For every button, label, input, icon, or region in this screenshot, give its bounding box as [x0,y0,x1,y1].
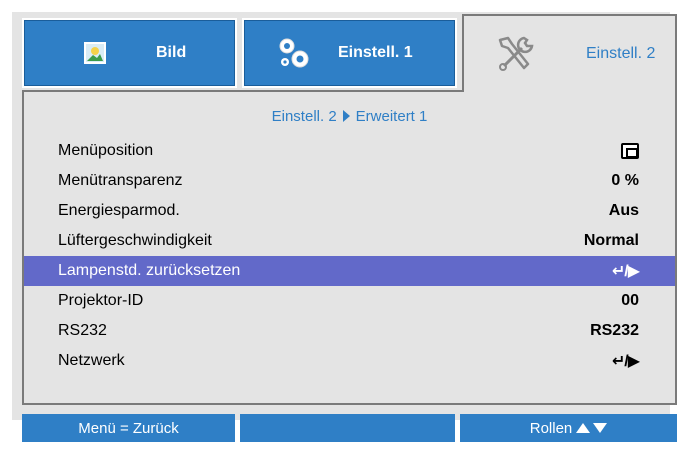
row-energy-saving[interactable]: Energiesparmod. Aus [24,196,675,226]
picture-icon [84,42,106,64]
tab-bild-label: Bild [156,44,187,61]
settings-panel: Einstell. 2 Erweitert 1 Menüposition Menü… [22,90,677,405]
breadcrumb-current: Erweitert 1 [355,108,428,125]
scroll-label: Rollen [529,419,573,437]
menu-back-label: Menü = Zurück [78,419,179,437]
menu-back-button[interactable]: Menü = Zurück [22,414,235,442]
row-value: Aus [608,202,639,219]
row-fan-speed[interactable]: Lüftergeschwindigkeit Normal [24,226,675,256]
row-label: Lampenstd. zurücksetzen [58,262,241,279]
footer-bar: Menü = Zurück Rollen [22,414,677,442]
row-value: 00 [621,292,639,309]
breadcrumb-parent[interactable]: Einstell. 2 [272,108,337,125]
row-label: Energiesparmod. [58,202,180,219]
settings-list: Menüposition Menütransparenz 0 % Energie… [24,136,675,376]
row-lamp-reset[interactable]: Lampenstd. zurücksetzen ↵/▶ [24,256,675,286]
row-menu-transparency[interactable]: Menütransparenz 0 % [24,166,675,196]
tab-bild[interactable]: Bild [22,18,237,88]
breadcrumb: Einstell. 2 Erweitert 1 [24,108,675,125]
row-label: Menüposition [58,142,154,159]
row-label: Menütransparenz [58,172,183,189]
gears-icon [276,35,312,71]
row-label: Projektor-ID [58,292,144,309]
row-label: Netzwerk [58,352,125,369]
tab-einstell-1-label: Einstell. 1 [338,44,413,61]
arrow-up-icon [576,423,591,433]
tab-einstell-2-label: Einstell. 2 [586,45,656,62]
row-projector-id[interactable]: Projektor-ID 00 [24,286,675,316]
tab-einstell-2[interactable]: Einstell. 2 [462,14,677,92]
row-rs232[interactable]: RS232 RS232 [24,316,675,346]
arrow-down-icon [593,423,608,433]
footer-empty-slot [240,414,455,442]
menu-position-icon [621,143,639,159]
row-label: RS232 [58,322,107,339]
row-value: RS232 [590,322,639,339]
tools-icon [494,34,538,74]
row-network[interactable]: Netzwerk ↵/▶ [24,346,675,376]
row-label: Lüftergeschwindigkeit [58,232,212,249]
breadcrumb-arrow-icon [342,110,350,123]
enter-arrow-icon: ↵/▶ [611,263,640,280]
row-menu-position[interactable]: Menüposition [24,136,675,166]
row-value: 0 % [611,172,639,189]
tab-einstell-1[interactable]: Einstell. 1 [242,18,457,88]
scroll-button[interactable]: Rollen [460,414,677,442]
row-value: Normal [583,232,639,249]
enter-arrow-icon: ↵/▶ [611,353,640,370]
